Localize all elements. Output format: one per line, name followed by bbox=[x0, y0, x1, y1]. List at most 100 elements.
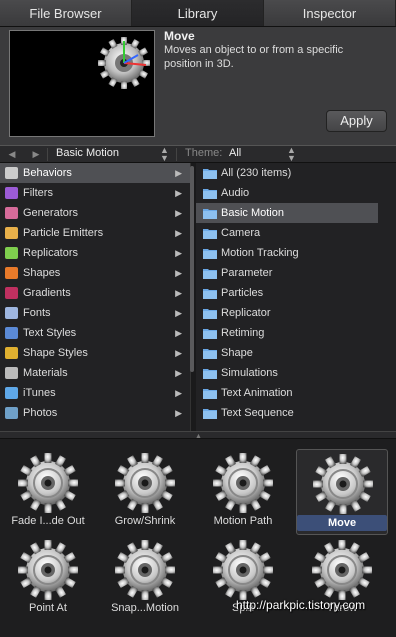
behavior-thumbnail[interactable]: Snap...Motion bbox=[99, 536, 191, 622]
behavior-thumbnail[interactable]: Motion Path bbox=[197, 449, 289, 535]
gear-icon bbox=[17, 452, 79, 517]
disclosure-arrow-icon: ▶ bbox=[175, 328, 182, 338]
nav-separator bbox=[176, 148, 177, 161]
back-arrow-icon[interactable]: ◀ bbox=[3, 146, 21, 163]
nav-separator bbox=[47, 148, 48, 161]
gear-icon bbox=[212, 452, 274, 517]
item-description: Moves an object to or from a specific po… bbox=[164, 44, 344, 70]
thumbnail-label: Move bbox=[297, 515, 387, 531]
forward-arrow-icon[interactable]: ▶ bbox=[27, 146, 45, 163]
gradients-icon bbox=[5, 287, 18, 299]
gear-icon bbox=[312, 453, 374, 518]
behaviors-icon bbox=[5, 167, 18, 179]
apply-button[interactable]: Apply bbox=[326, 110, 387, 132]
folder-icon bbox=[203, 409, 217, 419]
tab-bar: File Browser Library Inspector bbox=[0, 0, 396, 27]
fonts-icon bbox=[5, 307, 18, 319]
subcategory-item[interactable]: Retiming bbox=[196, 323, 396, 343]
particle-emitters-icon bbox=[5, 227, 18, 239]
shapes-icon bbox=[5, 267, 18, 279]
category-item[interactable]: Particle Emitters ▶ bbox=[0, 223, 190, 243]
thumbnail-label: Snap...Motion bbox=[111, 602, 179, 614]
itunes-icon bbox=[5, 387, 18, 399]
subcategory-item[interactable]: Audio bbox=[196, 183, 396, 203]
category-label: Filters bbox=[23, 187, 53, 199]
folder-icon bbox=[203, 389, 217, 399]
category-label: Text Styles bbox=[23, 327, 77, 339]
subcategory-label: Basic Motion bbox=[221, 207, 284, 219]
subcategory-label: Parameter bbox=[221, 267, 273, 279]
tab-inspector[interactable]: Inspector bbox=[264, 0, 396, 26]
subcategory-item[interactable]: Text Animation bbox=[196, 383, 396, 403]
category-item[interactable]: Filters ▶ bbox=[0, 183, 190, 203]
popup-chevron-icon: ▲ ▼ bbox=[160, 145, 169, 163]
behavior-thumbnail[interactable]: Move bbox=[296, 449, 388, 535]
subcategory-label: Audio bbox=[221, 187, 250, 199]
subcategory-item[interactable]: Shape bbox=[196, 343, 396, 363]
category-item[interactable]: Materials ▶ bbox=[0, 363, 190, 383]
folder-icon bbox=[203, 269, 217, 279]
shape-styles-icon bbox=[5, 347, 18, 359]
subcategory-item[interactable]: Particles bbox=[196, 283, 396, 303]
library-nav-bar: ◀ ▶ Basic Motion ▲ ▼ Theme: All ▲ ▼ bbox=[0, 145, 396, 163]
category-list: Behaviors ▶ Filters ▶ Generators ▶ Particle Em… bbox=[0, 163, 190, 431]
subcategory-item[interactable]: All (230 items) bbox=[196, 163, 396, 183]
category-label: Generators bbox=[23, 207, 79, 219]
subcategory-label: Replicator bbox=[221, 307, 271, 319]
library-path-popup[interactable]: Basic Motion bbox=[56, 147, 119, 159]
folder-icon bbox=[203, 209, 217, 219]
category-label: iTunes bbox=[23, 387, 56, 399]
category-label: Photos bbox=[23, 407, 58, 419]
category-item[interactable]: Gradients ▶ bbox=[0, 283, 190, 303]
behavior-thumbnail[interactable]: Point At bbox=[2, 536, 94, 622]
category-item[interactable]: Generators ▶ bbox=[0, 203, 190, 223]
gear-icon bbox=[98, 37, 150, 89]
category-label: Materials bbox=[23, 367, 68, 379]
category-item[interactable]: Shape Styles ▶ bbox=[0, 343, 190, 363]
folder-icon bbox=[203, 369, 217, 379]
replicators-icon bbox=[5, 247, 18, 259]
subcategory-item[interactable]: Motion Tracking bbox=[196, 243, 396, 263]
gear-icon bbox=[17, 539, 79, 604]
subcategory-label: Camera bbox=[221, 227, 261, 239]
category-label: Shapes bbox=[23, 267, 61, 279]
disclosure-arrow-icon: ▶ bbox=[175, 208, 182, 218]
category-item[interactable]: Shapes ▶ bbox=[0, 263, 190, 283]
watermark-text: http://parkpic.tistory.com bbox=[236, 598, 366, 612]
pane-splitter[interactable]: ▲ bbox=[0, 431, 396, 440]
thumbnail-label: Fade I...de Out bbox=[11, 515, 85, 527]
disclosure-arrow-icon: ▶ bbox=[175, 188, 182, 198]
theme-popup[interactable]: All bbox=[229, 147, 241, 159]
subcategory-label: Retiming bbox=[221, 327, 265, 339]
subcategory-item[interactable]: Replicator bbox=[196, 303, 396, 323]
subcategory-label: Simulations bbox=[221, 367, 278, 379]
disclosure-arrow-icon: ▶ bbox=[175, 368, 182, 378]
gear-icon bbox=[114, 539, 176, 604]
gear-icon bbox=[311, 539, 373, 604]
category-item[interactable]: Photos ▶ bbox=[0, 403, 190, 423]
tab-file-browser[interactable]: File Browser bbox=[0, 0, 132, 26]
subcategory-item[interactable]: Camera bbox=[196, 223, 396, 243]
category-item[interactable]: Fonts ▶ bbox=[0, 303, 190, 323]
folder-icon bbox=[203, 189, 217, 199]
category-item[interactable]: Replicators ▶ bbox=[0, 243, 190, 263]
scrollbar[interactable] bbox=[190, 166, 194, 372]
category-label: Gradients bbox=[23, 287, 71, 299]
tab-library[interactable]: Library bbox=[132, 0, 264, 26]
disclosure-arrow-icon: ▶ bbox=[175, 288, 182, 298]
filters-icon bbox=[5, 187, 18, 199]
folder-icon bbox=[203, 289, 217, 299]
category-label: Fonts bbox=[23, 307, 51, 319]
subcategory-label: Motion Tracking bbox=[221, 247, 299, 259]
subcategory-item[interactable]: Simulations bbox=[196, 363, 396, 383]
subcategory-item[interactable]: Text Sequence bbox=[196, 403, 396, 423]
disclosure-arrow-icon: ▶ bbox=[175, 388, 182, 398]
category-item[interactable]: Text Styles ▶ bbox=[0, 323, 190, 343]
behavior-thumbnail[interactable]: Grow/Shrink bbox=[99, 449, 191, 535]
subcategory-item[interactable]: Basic Motion bbox=[196, 203, 378, 223]
category-item[interactable]: iTunes ▶ bbox=[0, 383, 190, 403]
category-item[interactable]: Behaviors ▶ bbox=[0, 163, 190, 183]
subcategory-item[interactable]: Parameter bbox=[196, 263, 396, 283]
behavior-thumbnail[interactable]: Fade I...de Out bbox=[2, 449, 94, 535]
disclosure-arrow-icon: ▶ bbox=[175, 228, 182, 238]
